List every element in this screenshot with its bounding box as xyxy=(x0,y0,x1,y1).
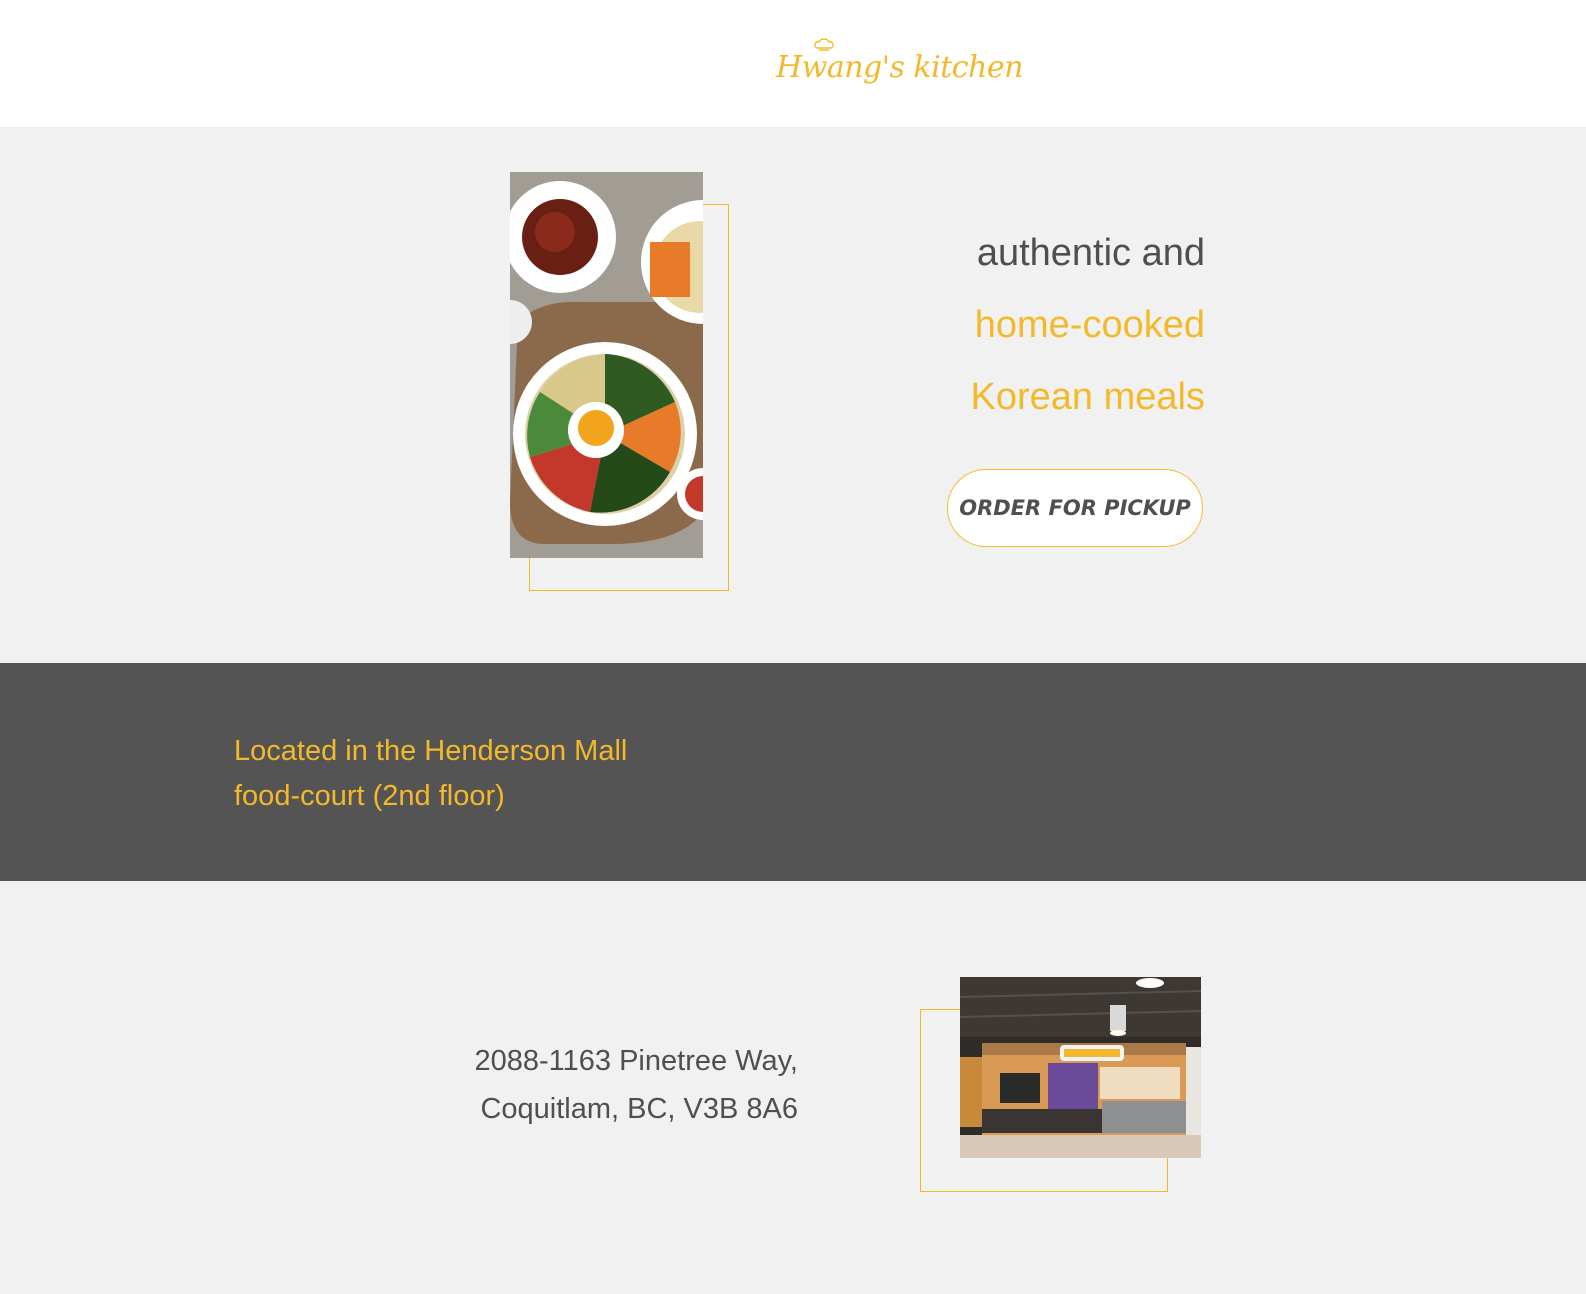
hero-section: authentic and home-cooked Korean meals O… xyxy=(0,127,1586,663)
bibimbap-photo xyxy=(510,172,703,558)
logo[interactable]: Hwang's kitchen xyxy=(776,32,1023,102)
location-line-2: food-court (2nd floor) xyxy=(234,780,505,812)
address-line-2: Coquitlam, BC, V3B 8A6 xyxy=(480,1093,798,1125)
tagline-line-3: Korean meals xyxy=(970,376,1205,418)
location-banner: Located in the Henderson Mall food-court… xyxy=(0,663,1586,881)
address-section: 2088-1163 Pinetree Way, Coquitlam, BC, V… xyxy=(0,881,1586,1294)
storefront-photo xyxy=(960,977,1201,1158)
location-text: Located in the Henderson Mall food-court… xyxy=(234,729,754,819)
tagline-line-2: home-cooked xyxy=(974,304,1205,346)
tagline-line-1: authentic and xyxy=(976,232,1205,274)
site-header: Hwang's kitchen xyxy=(0,0,1586,127)
location-line-1: Located in the Henderson Mall xyxy=(234,735,628,767)
address-text: 2088-1163 Pinetree Way, Coquitlam, BC, V… xyxy=(390,1037,799,1133)
order-for-pickup-button[interactable]: ORDER FOR PICKUP xyxy=(947,469,1203,547)
logo-text: Hwang's kitchen xyxy=(776,50,1023,85)
address-line-1: 2088-1163 Pinetree Way, xyxy=(474,1045,799,1077)
